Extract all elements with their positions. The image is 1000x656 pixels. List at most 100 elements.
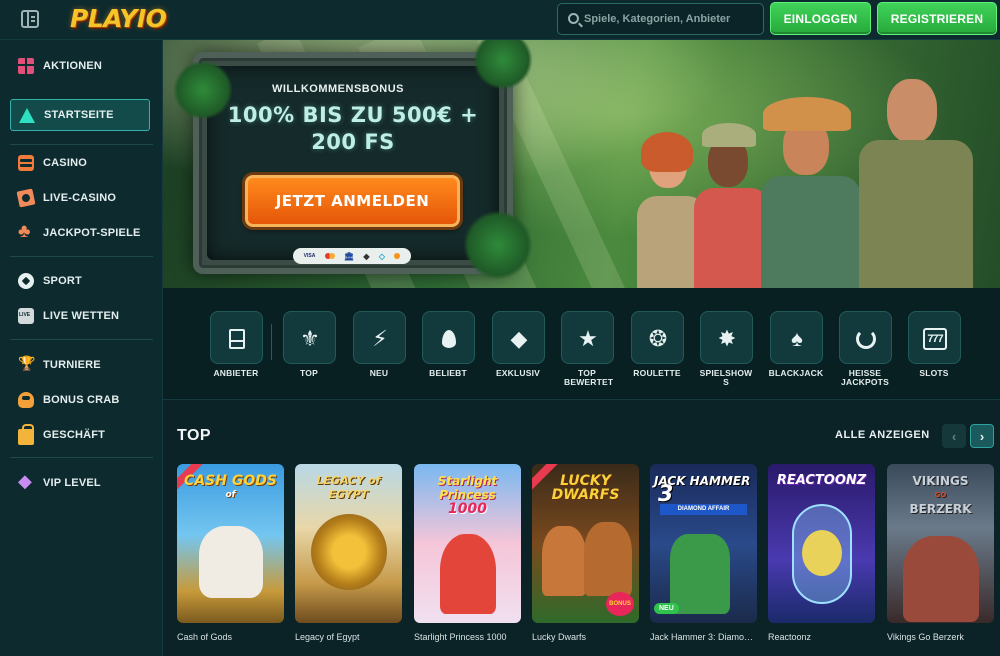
sidebar-item-sport[interactable]: SPORT [10,265,150,297]
category-slots[interactable]: 777 SLOTS [899,311,969,378]
game-card-vikings-go-berzerk[interactable]: VIKINGS GO BERZERK Vikings Go Berzerk [887,464,994,642]
search-box[interactable] [557,3,764,35]
sidebar-item-label: LIVE WETTEN [43,310,120,322]
bonus-offer-text: 100% BIS ZU 500€ + 200 FS [203,102,503,156]
sidebar-item-casino[interactable]: CASINO [10,147,150,179]
bonus-offer-line1: 100% BIS ZU 500€ + [227,103,479,127]
category-anbieter[interactable]: ANBIETER [201,311,271,378]
game-art-word: GO [934,491,947,499]
welcome-bonus-label: WILLKOMMENSBONUS [271,83,405,95]
category-exklusiv[interactable]: ◆ EXKLUSIV [483,311,553,378]
signup-now-button[interactable]: JETZT ANMELDEN [245,175,460,227]
sidebar-item-label: VIP LEVEL [43,477,101,489]
game-art-title: CASH GODS [184,473,277,489]
category-neu[interactable]: ⚡︎ NEU [344,311,414,378]
category-top-bewertet[interactable]: ★ TOP BEWERTET [552,311,622,387]
hero-banner[interactable]: WILLKOMMENSBONUS 100% BIS ZU 500€ + 200 … [163,40,1000,288]
login-button[interactable]: EINLOGGEN [770,2,871,35]
alien-illustration [802,530,842,576]
category-label: SPIELSHOWS [699,368,753,387]
game-thumbnail[interactable]: LEGACY of EGYPT [295,464,402,623]
sidebar-item-bonus-crab[interactable]: BONUS CRAB [10,384,150,416]
game-card-legacy-of-egypt[interactable]: LEGACY of EGYPT Legacy of Egypt [295,464,402,642]
category-label: ANBIETER [213,368,259,378]
ethereum-icon: ◆ [363,251,370,261]
cards-icon [16,188,36,208]
princess-illustration [440,534,496,614]
sidebar-divider [10,339,153,340]
sidebar-item-geschaeft[interactable]: GESCHÄFT [10,419,150,451]
game-title: Lucky Dwarfs [532,632,587,642]
scroll-left-button[interactable]: ‹ [942,424,966,448]
crypto-diamond-icon: ◇ [378,251,385,261]
game-title: Jack Hammer 3: Diamond Affair [650,632,757,642]
sidebar-item-live-casino[interactable]: LIVE-CASINO [10,182,150,214]
shopping-bag-icon [18,424,34,445]
register-button[interactable]: REGISTRIEREN [877,2,997,35]
bank-icon: 🏛 [343,251,355,261]
roulette-icon: ❂ [648,325,668,351]
spade-icon: ♠ [791,325,803,351]
dwarf-illustration [542,526,586,596]
game-art-title: REACTOONZ [776,473,867,488]
game-card-starlight-princess-1000[interactable]: Starlight Princess 1000 Starlight Prince… [414,464,521,642]
game-card-jack-hammer-3[interactable]: JACK HAMMER 3 DIAMOND AFFAIR NEU Jack Ha… [650,464,757,642]
category-divider [271,324,272,360]
sidebar-item-label: GESCHÄFT [43,429,106,441]
sidebar-item-startseite[interactable]: STARTSEITE [10,99,150,131]
game-thumbnail[interactable]: Starlight Princess 1000 [414,464,521,623]
view-all-link[interactable]: ALLE ANZEIGEN [835,429,930,441]
category-label: BELIEBT [429,368,467,378]
crab-icon [18,392,34,408]
visa-icon: VISA [303,253,316,259]
viking-illustration [903,536,979,622]
sidebar-divider [10,457,153,458]
sidebar-item-live-wetten[interactable]: LIVE WETTEN [10,300,150,332]
category-label: TOP BEWERTET [564,368,614,387]
category-label: EXKLUSIV [495,368,541,378]
golden-wheel-illustration [311,514,387,590]
game-thumbnail[interactable]: JACK HAMMER 3 DIAMOND AFFAIR NEU [650,464,757,623]
category-blackjack[interactable]: ♠ BLACKJACK [761,311,831,378]
chevron-left-icon: ‹ [951,428,957,444]
diamond-icon [18,471,34,492]
game-art-title: LEGACY of EGYPT [316,474,381,501]
sidebar-item-label: CASINO [43,157,87,169]
category-label: BLACKJACK [768,368,824,378]
game-title: Legacy of Egypt [295,632,360,642]
search-input[interactable] [584,10,759,28]
category-label: SLOTS [919,368,949,378]
sidebar-toggle-icon[interactable] [21,10,39,28]
sidebar-item-label: BONUS CRAB [43,394,120,406]
playio-logo[interactable]: PLAYIO [70,4,167,33]
scroll-right-button[interactable]: › [970,424,994,448]
vine-leaves [463,210,533,280]
sidebar-item-label: TURNIERE [43,359,101,371]
sidebar-item-label: JACKPOT-SPIELE [43,227,141,239]
game-card-cash-of-gods[interactable]: CASH GODS of Cash of Gods [177,464,284,642]
category-spielshows[interactable]: ✸ SPIELSHOWS [691,311,761,387]
game-thumbnail[interactable]: VIKINGS GO BERZERK [887,464,994,623]
football-icon [18,273,34,289]
category-beliebt[interactable]: BELIEBT [413,311,483,378]
game-thumbnail[interactable]: LUCKY DWARFS BONUS [532,464,639,623]
sidebar-item-aktionen[interactable]: AKTIONEN [10,50,150,82]
category-top[interactable]: ⚜ TOP [274,311,344,378]
game-thumbnail[interactable]: REACTOONZ [768,464,875,623]
sidebar-item-vip-level[interactable]: VIP LEVEL [10,467,150,499]
sidebar-divider [10,256,153,257]
bonus-offer-line2: 200 FS [311,130,395,154]
category-label: NEU [369,368,389,378]
category-roulette[interactable]: ❂ ROULETTE [622,311,692,378]
game-card-lucky-dwarfs[interactable]: LUCKY DWARFS BONUS Lucky Dwarfs [532,464,639,642]
app-root: PLAYIO EINLOGGEN REGISTRIEREN AKTIONEN S… [0,0,1000,656]
sidebar-item-turniere[interactable]: TURNIERE [10,349,150,381]
new-badge: NEU [654,603,679,614]
star-icon: ★ [578,325,598,351]
game-card-reactoonz[interactable]: REACTOONZ Reactoonz [768,464,875,642]
game-art-title2: BERZERK [909,502,972,516]
category-heisse-jackpots[interactable]: HEISSE JACKPOTS [830,311,900,387]
bitcoin-icon [394,253,401,259]
game-thumbnail[interactable]: CASH GODS of [177,464,284,623]
sidebar-item-jackpot-spiele[interactable]: JACKPOT-SPIELE [10,217,150,249]
